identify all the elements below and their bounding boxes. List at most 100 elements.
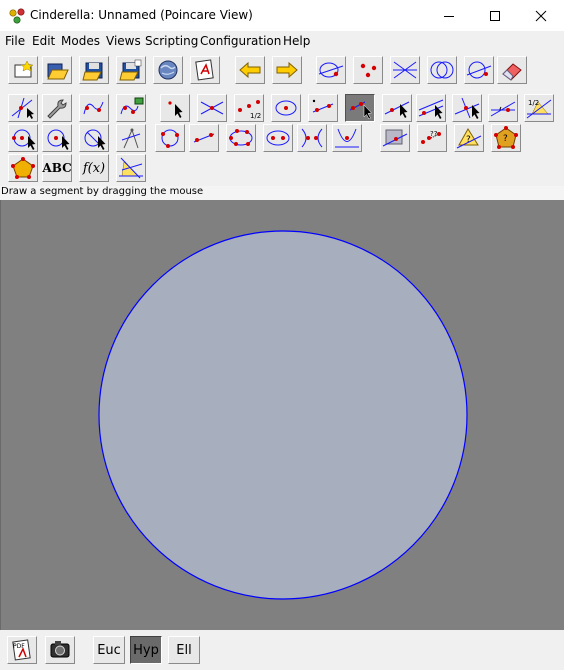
minimize-button[interactable] (426, 0, 472, 31)
menu-edit[interactable]: Edit (32, 34, 55, 48)
map-icon: ?? (421, 130, 441, 144)
ellipse-foci-icon (266, 130, 290, 146)
lines-button[interactable] (390, 56, 420, 84)
compass-button[interactable] (79, 124, 109, 152)
eraser-icon (502, 63, 522, 81)
maximize-button[interactable] (472, 0, 518, 31)
print-button[interactable] (190, 56, 220, 84)
ellipse-button[interactable] (263, 124, 293, 152)
polygon-button[interactable] (8, 154, 38, 182)
circle-by-radius-button[interactable] (8, 124, 38, 152)
menu-help[interactable]: Help (283, 34, 310, 48)
lines-icon (393, 61, 417, 79)
screenshot-button[interactable] (45, 636, 75, 664)
line-through-button[interactable] (382, 94, 412, 122)
poincare-disk[interactable] (98, 230, 468, 600)
locus-button[interactable] (79, 94, 109, 122)
add-point-icon (168, 101, 183, 118)
poincare-view[interactable] (1, 200, 564, 630)
redo-button[interactable] (272, 56, 302, 84)
segment-icon (312, 99, 334, 113)
drawing-canvas[interactable] (0, 200, 564, 630)
triangle-query-button[interactable]: ? (454, 124, 484, 152)
parabola-icon (335, 128, 359, 148)
circle-center-point-icon (47, 129, 70, 150)
svg-text:??: ?? (430, 130, 438, 138)
properties-button[interactable] (42, 94, 72, 122)
open-file-button[interactable] (42, 56, 72, 84)
status-bar: Draw a segment by dragging the mouse (0, 186, 564, 200)
perpendicular-icon (454, 97, 480, 119)
polygon-icon (11, 157, 35, 179)
transformation-button[interactable] (380, 124, 410, 152)
angle-bisector-icon (490, 101, 516, 117)
circle-center-button[interactable] (271, 94, 301, 122)
undo-button[interactable] (235, 56, 265, 84)
euclidean-mode-button[interactable]: Euc (93, 636, 125, 664)
save-as-button[interactable] (116, 56, 146, 84)
menu-scripting[interactable]: Scripting (145, 34, 198, 48)
elliptic-mode-button[interactable]: Ell (168, 636, 200, 664)
menu-configuration[interactable]: Configuration (200, 34, 281, 48)
menu-bar: File Edit Modes Views Scripting Configur… (0, 31, 564, 51)
web-export-button[interactable] (153, 56, 183, 84)
wrench-icon (47, 99, 67, 119)
hyperbola-button[interactable] (297, 124, 327, 152)
arrow-left-icon (239, 61, 261, 79)
delete-button[interactable] (497, 56, 527, 84)
move-mode-button[interactable] (8, 94, 38, 122)
export-pdf-button[interactable]: PDF (7, 636, 37, 664)
new-file-button[interactable] (8, 56, 38, 84)
intersection-icon (200, 101, 224, 115)
midpoint-label: 1/2 (250, 112, 261, 120)
conic-five-button[interactable] (189, 124, 219, 152)
segment-button[interactable] (308, 94, 338, 122)
save-as-icon (119, 59, 142, 81)
parallel-icon (418, 99, 444, 119)
circle-line-point-icon (318, 62, 344, 78)
toolbar-area: 1/2 1/2 ?? ? ? ABC f(x) (0, 51, 564, 185)
animation-button[interactable] (116, 94, 146, 122)
circle-by-three-button[interactable] (116, 124, 146, 152)
segment-points-icon (193, 133, 215, 143)
menu-views[interactable]: Views (106, 34, 141, 48)
angle-measure-button[interactable]: 1/2 (524, 94, 554, 122)
menu-file[interactable]: File (5, 34, 25, 48)
select-mode-button[interactable] (316, 56, 346, 84)
triangle-query-icon: ? (456, 128, 482, 149)
print-pdf-icon (195, 59, 214, 81)
midpoint-icon: 1/2 (238, 100, 261, 120)
conic-by-points-button[interactable] (226, 124, 256, 152)
segment-drag-button[interactable] (345, 94, 375, 122)
polygon-query-button[interactable]: ? (491, 124, 521, 152)
polygon-circle-button[interactable] (155, 124, 185, 152)
close-icon (535, 10, 547, 21)
close-button[interactable] (518, 0, 564, 31)
line-through-icon (384, 101, 410, 118)
text-tool-button[interactable]: ABC (42, 154, 72, 182)
hyperbolic-mode-button[interactable]: Hyp (130, 636, 162, 664)
pdf-icon: PDF (12, 639, 31, 661)
svg-text:?: ? (503, 134, 508, 144)
save-icon (82, 62, 103, 81)
map-button[interactable]: ?? (417, 124, 447, 152)
add-point-button[interactable] (160, 94, 190, 122)
angle-tool-button[interactable] (116, 154, 146, 182)
midpoint-button[interactable]: 1/2 (234, 94, 264, 122)
circles-button[interactable] (427, 56, 457, 84)
points-button[interactable] (353, 56, 383, 84)
open-file-icon (47, 63, 69, 80)
menu-modes[interactable]: Modes (61, 34, 100, 48)
perpendicular-button[interactable] (452, 94, 482, 122)
save-button[interactable] (79, 56, 109, 84)
intersection-button[interactable] (197, 94, 227, 122)
function-tool-button[interactable]: f(x) (79, 154, 109, 182)
minimize-icon (444, 15, 454, 17)
parabola-button[interactable] (332, 124, 362, 152)
conics-button[interactable] (464, 56, 494, 84)
angle-bisector-button[interactable] (488, 94, 518, 122)
parallel-button[interactable] (416, 94, 446, 122)
conic-points-icon (229, 129, 253, 146)
circle-center-point-button[interactable] (42, 124, 72, 152)
points-icon (360, 63, 377, 78)
